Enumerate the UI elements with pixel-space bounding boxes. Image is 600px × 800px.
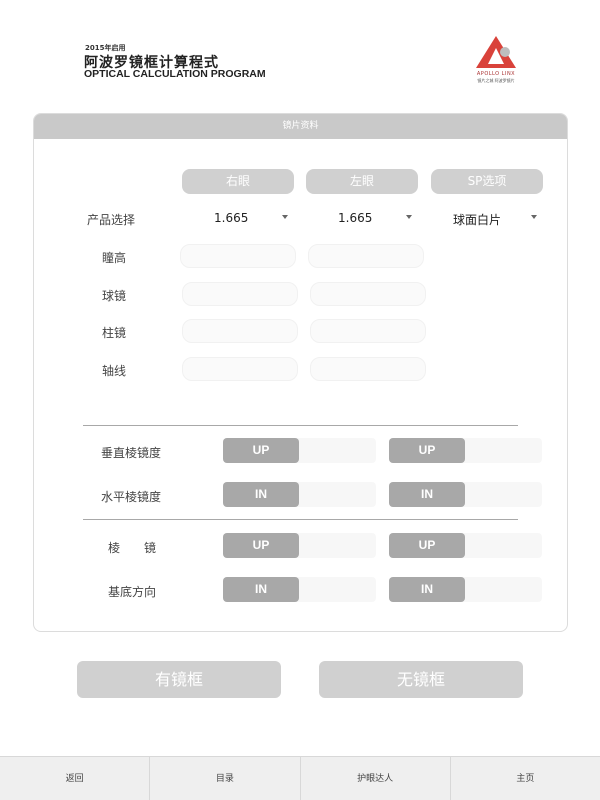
right-base-direction-field[interactable]: IN xyxy=(223,577,376,602)
row-label-cylinder: 柱镜 xyxy=(102,326,127,340)
page: 2015年启用 阿波罗镜框计算程式 OPTICAL CALCULATION PR… xyxy=(0,0,600,800)
apollo-logo: APOLLO LINX 镜片之城 阿波罗镜片 xyxy=(470,34,522,88)
card-title: 镜片资料 xyxy=(34,114,567,139)
without-frame-button[interactable]: 无镜框 xyxy=(319,661,523,698)
right-product-value: 1.665 xyxy=(214,211,249,225)
nav-back-button[interactable]: 返回 xyxy=(0,757,151,800)
right-pupil-height-input[interactable] xyxy=(180,244,296,268)
row-label-axis: 轴线 xyxy=(102,364,127,378)
left-base-direction-field[interactable]: IN xyxy=(389,577,542,602)
right-axis-input[interactable] xyxy=(182,357,298,381)
left-product-select[interactable]: 1.665 xyxy=(306,207,418,231)
right-product-select[interactable]: 1.665 xyxy=(182,207,294,231)
chevron-down-icon xyxy=(406,215,412,219)
chevron-down-icon xyxy=(282,215,288,219)
right-eye-button[interactable]: 右眼 xyxy=(182,169,294,194)
left-pupil-height-input[interactable] xyxy=(308,244,424,268)
logo-text: APOLLO LINX xyxy=(476,71,516,77)
left-horizontal-prism-field[interactable]: IN xyxy=(389,482,542,507)
row-label-sphere: 球镜 xyxy=(102,289,127,303)
nav-home-button[interactable]: 主页 xyxy=(451,757,600,800)
bottom-nav-bar: 返回 目录 护眼达人 主页 xyxy=(0,756,600,800)
prism-label: 棱 镜 xyxy=(108,541,157,555)
product-select-label: 产品选择 xyxy=(87,213,136,227)
row-label-pupil-height: 瞳高 xyxy=(102,251,127,265)
section-divider xyxy=(83,425,518,426)
nav-catalog-button[interactable]: 目录 xyxy=(150,757,301,800)
right-prism-direction-button[interactable]: UP xyxy=(223,533,299,558)
right-horizontal-prism-direction-button[interactable]: IN xyxy=(223,482,299,507)
sp-options-button[interactable]: SP选项 xyxy=(431,169,543,194)
left-prism-direction-button[interactable]: UP xyxy=(389,533,465,558)
sp-product-value: 球面白片 xyxy=(453,213,502,227)
left-vertical-prism-direction-button[interactable]: UP xyxy=(389,438,465,463)
section-divider xyxy=(83,519,518,520)
app-subtitle: OPTICAL CALCULATION PROGRAM xyxy=(84,68,266,80)
right-prism-field[interactable]: UP xyxy=(223,533,376,558)
chevron-down-icon xyxy=(531,215,537,219)
right-horizontal-prism-field[interactable]: IN xyxy=(223,482,376,507)
sp-product-select[interactable]: 球面白片 xyxy=(431,207,543,231)
right-vertical-prism-field[interactable]: UP xyxy=(223,438,376,463)
nav-eye-care-button[interactable]: 护眼达人 xyxy=(301,757,451,800)
left-product-value: 1.665 xyxy=(338,211,373,225)
right-sphere-input[interactable] xyxy=(182,282,298,306)
left-prism-field[interactable]: UP xyxy=(389,533,542,558)
left-cylinder-input[interactable] xyxy=(310,319,426,343)
left-axis-input[interactable] xyxy=(310,357,426,381)
horizontal-prism-label: 水平棱镜度 xyxy=(101,490,162,504)
vertical-prism-label: 垂直棱镜度 xyxy=(101,446,162,460)
right-cylinder-input[interactable] xyxy=(182,319,298,343)
with-frame-button[interactable]: 有镜框 xyxy=(77,661,281,698)
left-base-direction-button[interactable]: IN xyxy=(389,577,465,602)
left-horizontal-prism-direction-button[interactable]: IN xyxy=(389,482,465,507)
right-base-direction-button[interactable]: IN xyxy=(223,577,299,602)
left-vertical-prism-field[interactable]: UP xyxy=(389,438,542,463)
logo-tagline: 镜片之城 阿波罗镜片 xyxy=(477,78,515,83)
left-eye-button[interactable]: 左眼 xyxy=(306,169,418,194)
right-vertical-prism-direction-button[interactable]: UP xyxy=(223,438,299,463)
logo-triangle-icon xyxy=(476,36,516,68)
left-sphere-input[interactable] xyxy=(310,282,426,306)
base-direction-label: 基底方向 xyxy=(108,585,157,599)
